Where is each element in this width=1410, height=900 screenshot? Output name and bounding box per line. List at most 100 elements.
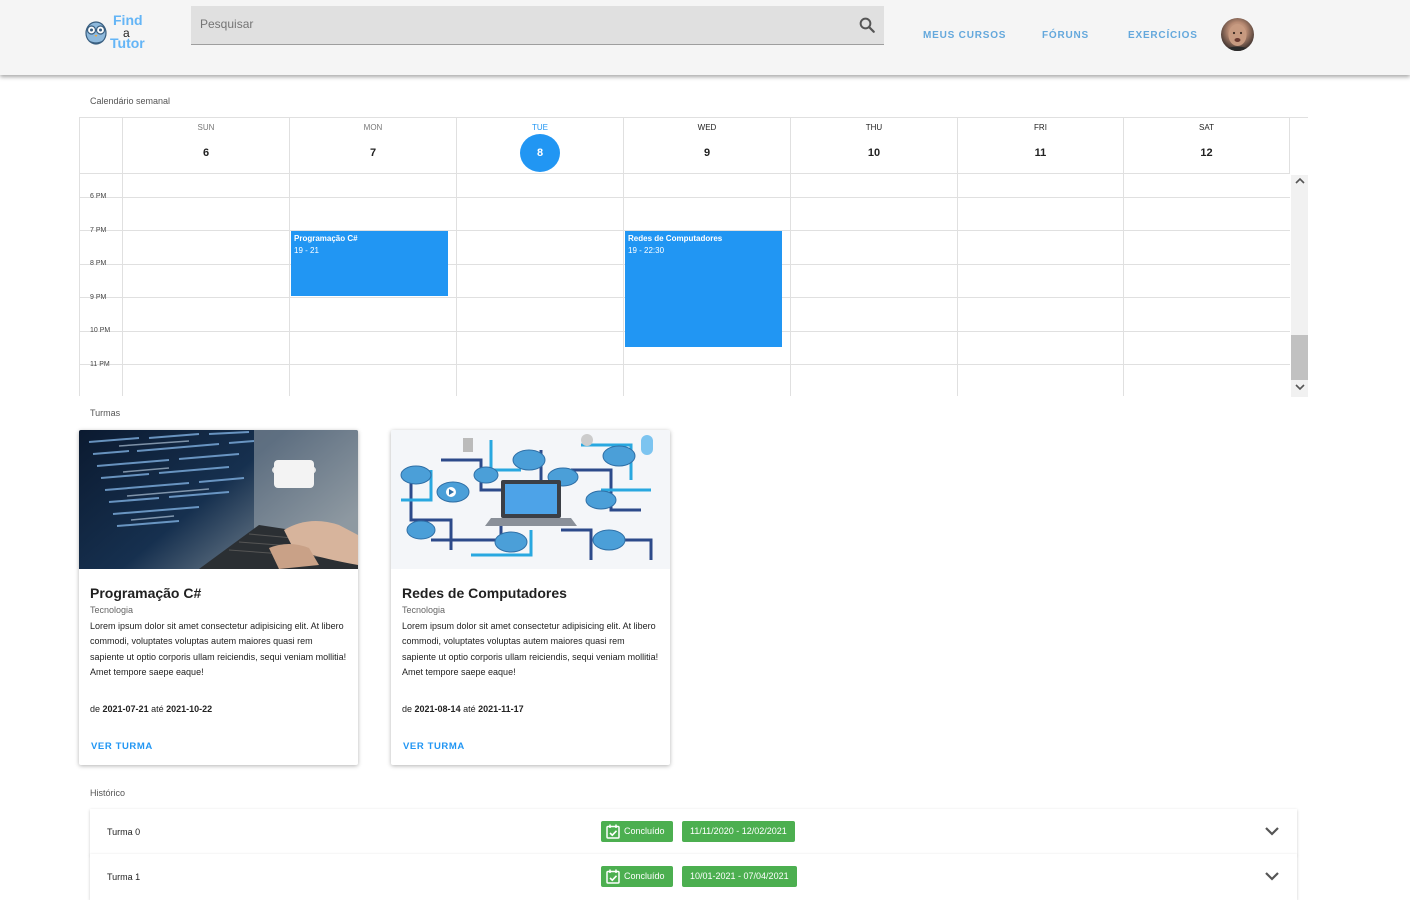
day-header-wed[interactable]: WED 9 [623, 118, 790, 174]
day-name: SUN [197, 123, 215, 132]
day-header-mon[interactable]: MON 7 [289, 118, 456, 174]
day-name: SAT [1199, 123, 1214, 132]
card-title: Programação C# [90, 585, 202, 601]
day-header-thu[interactable]: THU 10 [790, 118, 957, 174]
day-name: THU [865, 123, 883, 132]
search-icon[interactable] [858, 16, 876, 34]
card-category: Tecnologia [402, 605, 446, 615]
end-date: 2021-11-17 [478, 704, 524, 714]
day-name: MON [363, 123, 383, 132]
event-title: Programação C# [294, 234, 358, 243]
status-text: Concluído [624, 871, 665, 881]
day-gridline [122, 174, 123, 396]
logo-tutor: Tutor [110, 35, 145, 51]
day-number: 6 [202, 147, 210, 159]
card-category: Tecnologia [90, 605, 134, 615]
avatar-face-icon [1221, 24, 1254, 51]
history-row[interactable]: Turma 0 Concluído 11/11/2020 - 12/02/202… [90, 809, 1297, 855]
hour-label: 9 PM [90, 294, 107, 301]
end-date: 2021-10-22 [166, 704, 213, 714]
date-separator: até [463, 704, 476, 714]
day-name: WED [697, 123, 717, 132]
day-number: 7 [369, 147, 377, 159]
day-gridline [289, 174, 290, 396]
start-date: 2021-07-21 [102, 704, 149, 714]
laptop-code-image [79, 430, 358, 569]
history-turma-name: Turma 0 [107, 827, 141, 837]
card-title: Redes de Computadores [402, 585, 567, 601]
history-turma-name: Turma 1 [107, 872, 141, 882]
hour-label: 11 PM [90, 361, 110, 368]
day-number: 10 [867, 147, 881, 159]
day-name: TUE [532, 123, 548, 132]
card-date-range: de 2021-08-14 até 2021-11-17 [402, 704, 524, 714]
calendar-header: SUN 6 MON 7 TUE 8 WED 9 THU 10 FRI 11 SA… [80, 118, 1290, 174]
search-input[interactable] [200, 17, 840, 31]
course-card: Redes de Computadores Tecnologia Lorem i… [391, 430, 670, 765]
day-number: 9 [703, 147, 711, 159]
event-title: Redes de Computadores [628, 234, 723, 243]
calendar-section-label: Calendário semanal [90, 96, 171, 106]
hour-label: 10 PM [90, 327, 111, 334]
search-bar [191, 6, 884, 45]
day-gridline [790, 174, 791, 396]
day-header-tue[interactable]: TUE 8 [456, 118, 623, 174]
nav-exercicios[interactable]: EXERCÍCIOS [1128, 30, 1198, 41]
calendar-time-grid[interactable]: 6 PM 7 PM 8 PM 9 PM 10 PM 11 PM Programa… [80, 174, 1290, 396]
calendar-scrollbar[interactable] [1291, 175, 1308, 397]
date-prefix: de [90, 704, 101, 714]
calendar-check-icon [606, 869, 620, 884]
nav-meus-cursos[interactable]: MEUS CURSOS [923, 30, 1006, 41]
status-text: Concluído [624, 826, 665, 836]
weekly-calendar: SUN 6 MON 7 TUE 8 WED 9 THU 10 FRI 11 SA… [79, 117, 1308, 397]
chevron-down-icon[interactable] [1264, 868, 1280, 884]
owl-logo-icon [85, 21, 107, 45]
date-separator: até [151, 704, 164, 714]
find-a-tutor-logo[interactable]: Find a Tutor [84, 12, 156, 54]
network-cloud-image [391, 430, 670, 569]
day-gridline [957, 174, 958, 396]
start-date: 2021-08-14 [414, 704, 461, 714]
historico-section-label: Histórico [90, 788, 126, 798]
turmas-section-label: Turmas [90, 408, 121, 418]
event-time: 19 - 21 [294, 246, 319, 255]
hour-label: 8 PM [90, 260, 107, 267]
card-date-range: de 2021-07-21 até 2021-10-22 [90, 704, 212, 714]
hour-gridline [80, 197, 1290, 198]
history-row[interactable]: Turma 1 Concluído 10/01-2021 - 07/04/202… [90, 854, 1297, 900]
hour-gridline [80, 364, 1290, 365]
date-range-badge: 10/01-2021 - 07/04/2021 [682, 866, 797, 887]
day-header-sun[interactable]: SUN 6 [122, 118, 289, 174]
day-number: 11 [1034, 147, 1047, 159]
calendar-event-redes[interactable]: Redes de Computadores 19 - 22:30 [625, 231, 782, 347]
nav-foruns[interactable]: FÓRUNS [1042, 30, 1089, 41]
chevron-down-icon[interactable] [1264, 823, 1280, 839]
card-description: Lorem ipsum dolor sit amet consectetur a… [90, 621, 347, 677]
day-name: FRI [1034, 123, 1047, 132]
calendar-event-programacao[interactable]: Programação C# 19 - 21 [291, 231, 448, 296]
scroll-down-arrow-icon[interactable] [1291, 381, 1308, 397]
ver-turma-button[interactable]: VER TURMA [91, 741, 153, 752]
scrollbar-thumb[interactable] [1291, 335, 1308, 380]
logo-find: Find [113, 12, 143, 28]
status-badge: Concluído [601, 821, 673, 842]
date-range-badge: 11/11/2020 - 12/02/2021 [682, 821, 795, 842]
user-avatar[interactable] [1221, 18, 1254, 51]
date-prefix: de [402, 704, 413, 714]
day-header-fri[interactable]: FRI 11 [957, 118, 1123, 174]
hour-label: 6 PM [90, 193, 107, 200]
ver-turma-button[interactable]: VER TURMA [403, 741, 465, 752]
status-badge: Concluído [601, 866, 673, 887]
day-gridline [623, 174, 624, 396]
event-time: 19 - 22:30 [628, 246, 665, 255]
today-day-number: 8 [520, 134, 560, 172]
day-gridline [1123, 174, 1124, 396]
day-gridline [456, 174, 457, 396]
day-header-sat[interactable]: SAT 12 [1123, 118, 1290, 174]
course-card: Programação C# Tecnologia Lorem ipsum do… [79, 430, 358, 765]
day-number: 12 [1200, 147, 1213, 159]
top-app-bar: Find a Tutor MEUS CURSOS FÓRUNS EXERCÍCI… [0, 0, 1410, 75]
card-description: Lorem ipsum dolor sit amet consectetur a… [402, 621, 659, 677]
hour-label: 7 PM [90, 227, 107, 234]
scroll-up-arrow-icon[interactable] [1291, 175, 1308, 191]
